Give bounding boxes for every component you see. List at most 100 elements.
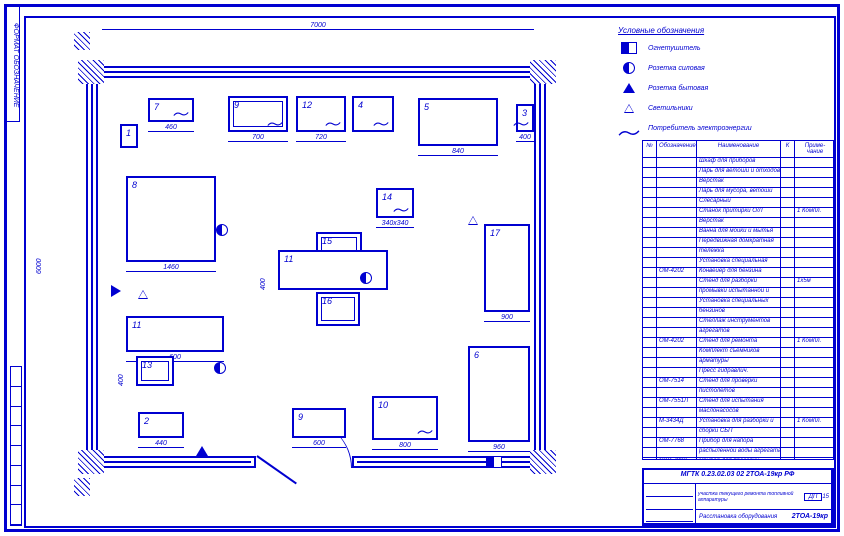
spec-row: пистолетов (643, 388, 833, 398)
floor-plan: 7000 6000 174609700127204584034008146014… (38, 26, 598, 496)
dim-label: 400 (118, 356, 125, 386)
equipment-number: 5 (424, 102, 429, 112)
equipment-number: 17 (490, 228, 500, 238)
spec-row: Станок притирки О/Л1 Компл. (643, 208, 833, 218)
spec-row: Комплект съемников (643, 348, 833, 358)
spec-row: бензинов (643, 308, 833, 318)
dim-label: 700 (228, 134, 288, 142)
dim-label: 440 (138, 440, 184, 448)
legend-row: Огнетушитель (618, 41, 828, 55)
equipment-10: 10 (372, 396, 438, 440)
floor-symbol (468, 216, 478, 225)
power-consumer-icon (417, 429, 433, 435)
equipment-1: 1 (120, 124, 138, 148)
page-root: ФОРМАТ ОБОЗНАЧЕНИЕ 7000 6000 17460970012 (0, 0, 844, 536)
tb-bl (644, 510, 696, 524)
break-mark (74, 32, 90, 50)
power-consumer-icon (393, 207, 409, 213)
equipment-11b: 11 (126, 316, 224, 352)
fire-extinguisher-icon (486, 456, 502, 468)
equipment-number: 10 (378, 400, 388, 410)
side-binding-tab: ФОРМАТ ОБОЗНАЧЕНИЕ (6, 4, 20, 122)
dim-label: 400 (516, 134, 534, 142)
dim-overall-left: 6000 (36, 86, 43, 446)
socket-domestic-icon (111, 285, 121, 297)
spec-row: сборки СБП (643, 428, 833, 438)
equipment-3: 3 (516, 104, 534, 132)
wall-bottom-right (352, 456, 546, 468)
wall-top (86, 66, 546, 78)
spec-row: Стенд для разборки1x5м (643, 278, 833, 288)
dim-label: 840 (418, 148, 498, 156)
floor-symbol (111, 285, 121, 297)
dim-label: 400 (260, 250, 267, 290)
floor-symbol (214, 362, 226, 374)
legend-label: Розетка бытовая (648, 85, 708, 92)
legend-label: Потребитель электроэнергии (648, 125, 752, 132)
equipment-11: 11 (278, 250, 388, 290)
spec-row: ОМ-7514Стенд для проверки (643, 378, 833, 388)
floor-symbol (360, 272, 372, 284)
equipment-number: 7 (154, 102, 159, 112)
equipment-4: 4 (352, 96, 394, 132)
equipment-number: 14 (382, 192, 392, 202)
power-consumer-icon (513, 121, 529, 127)
spec-row: Передвижная домкратная (643, 238, 833, 248)
light-fixture-icon (468, 216, 478, 225)
dim-label: 900 (484, 314, 530, 322)
spec-header: № Обозначение Наименование К Приме-чание (643, 141, 833, 158)
legend-row: Потребитель электроэнергии (618, 121, 828, 135)
spec-row: Ванна для мойки и мытья (643, 228, 833, 238)
floor-symbol (138, 290, 148, 299)
socket-domestic-icon (623, 83, 635, 93)
wall-right (534, 66, 546, 468)
spec-row: Слесарный (643, 198, 833, 208)
light-fixture-icon (624, 104, 634, 113)
equipment-number: 8 (132, 180, 137, 190)
equipment-13: 13 (136, 356, 174, 386)
spec-row: маслонасосов (643, 408, 833, 418)
spec-row: Шкаф для приборов (643, 158, 833, 168)
spec-row: тележка (643, 248, 833, 258)
equipment-number: 13 (142, 360, 152, 370)
dim-label: 340x340 (376, 220, 414, 228)
floor-symbol (486, 456, 502, 468)
legend-row: Розетка бытовая (618, 81, 828, 95)
equipment-number: 12 (302, 100, 312, 110)
power-socket-icon (214, 362, 226, 374)
fire-extinguisher-icon (621, 42, 637, 54)
dim-label: 800 (372, 442, 438, 450)
floor-symbol (196, 446, 208, 456)
tb-bottom: Расстановка оборудования 2ТОА-19кр (696, 510, 832, 524)
spec-row: СДУ-7002Прибор для проверки (643, 458, 833, 459)
left-margin-cells (10, 366, 22, 526)
legend-label: Огнетушитель (648, 45, 701, 52)
equipment-number: 3 (522, 108, 527, 118)
specification-table: № Обозначение Наименование К Приме-чание… (642, 140, 834, 460)
equipment-number: 15 (322, 236, 332, 246)
equipment-8: 8 (126, 176, 216, 262)
equipment-9: 9 (228, 96, 288, 132)
legend-label: Светильники (648, 105, 693, 112)
legend-title: Условные обозначения (618, 26, 828, 35)
equipment-17: 17 (484, 224, 530, 312)
dim-label: 460 (148, 124, 194, 132)
dim-label: 1460 (126, 264, 216, 272)
spec-row: арматуры (643, 358, 833, 368)
pilaster (530, 60, 556, 84)
spec-row: Установка специальных (643, 298, 833, 308)
power-consumer-icon (267, 121, 283, 127)
spec-row: ОМ-4202Конвейер для бензина (643, 268, 833, 278)
equipment-number: 9 (234, 100, 239, 110)
floor-symbol (216, 224, 228, 236)
spec-row: Пресс гидравлич. (643, 368, 833, 378)
dim-label: 600 (292, 440, 346, 448)
equipment-number: 9 (298, 412, 303, 422)
power-consumer-icon (373, 121, 389, 127)
equipment-number: 2 (144, 416, 149, 426)
equipment-12: 12 (296, 96, 346, 132)
spec-row: Верстак (643, 218, 833, 228)
spec-row: Стеллаж инструментов (643, 318, 833, 328)
spec-row: Ларь для мусора, ветоши (643, 188, 833, 198)
legend: Условные обозначения Огнетушитель Розетка… (618, 26, 828, 141)
